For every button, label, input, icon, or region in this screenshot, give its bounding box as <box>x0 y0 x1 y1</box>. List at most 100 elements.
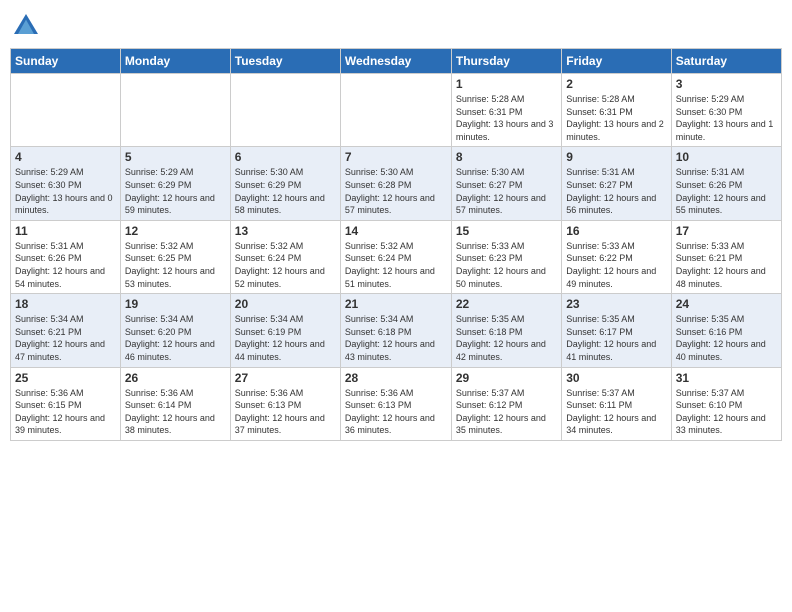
calendar-cell: 4 Sunrise: 5:29 AM Sunset: 6:30 PM Daylig… <box>11 147 121 220</box>
calendar-table: SundayMondayTuesdayWednesdayThursdayFrid… <box>10 48 782 441</box>
weekday-header: Friday <box>562 49 671 74</box>
day-info: Sunrise: 5:37 AM Sunset: 6:12 PM Dayligh… <box>456 387 557 437</box>
calendar-cell: 15 Sunrise: 5:33 AM Sunset: 6:23 PM Dayli… <box>451 220 561 293</box>
calendar-cell: 17Sunrise: 5:33 AM Sunset: 6:21 PM Dayli… <box>671 220 781 293</box>
day-number: 25 <box>15 371 116 385</box>
weekday-header: Wednesday <box>340 49 451 74</box>
day-info: Sunrise: 5:33 AM Sunset: 6:22 PM Dayligh… <box>566 240 666 290</box>
calendar-cell: 8 Sunrise: 5:30 AM Sunset: 6:27 PM Daylig… <box>451 147 561 220</box>
day-info: Sunrise: 5:28 AM Sunset: 6:31 PM Dayligh… <box>566 93 666 143</box>
calendar-cell: 23 Sunrise: 5:35 AM Sunset: 6:17 PM Dayli… <box>562 294 671 367</box>
day-info: Sunrise: 5:30 AM Sunset: 6:28 PM Dayligh… <box>345 166 447 216</box>
calendar-cell: 20Sunrise: 5:34 AM Sunset: 6:19 PM Dayli… <box>230 294 340 367</box>
calendar-cell: 3 Sunrise: 5:29 AM Sunset: 6:30 PM Daylig… <box>671 74 781 147</box>
calendar-week-row: 1 Sunrise: 5:28 AM Sunset: 6:31 PM Daylig… <box>11 74 782 147</box>
day-info: Sunrise: 5:32 AM Sunset: 6:25 PM Dayligh… <box>125 240 226 290</box>
calendar-cell <box>340 74 451 147</box>
calendar-cell: 27 Sunrise: 5:36 AM Sunset: 6:13 PM Dayli… <box>230 367 340 440</box>
day-info: Sunrise: 5:29 AM Sunset: 6:30 PM Dayligh… <box>15 166 116 216</box>
day-info: Sunrise: 5:29 AM Sunset: 6:29 PM Dayligh… <box>125 166 226 216</box>
day-info: Sunrise: 5:37 AM Sunset: 6:10 PM Dayligh… <box>676 387 777 437</box>
day-info: Sunrise: 5:33 AM Sunset: 6:23 PM Dayligh… <box>456 240 557 290</box>
calendar-cell: 7Sunrise: 5:30 AM Sunset: 6:28 PM Daylig… <box>340 147 451 220</box>
day-number: 9 <box>566 150 666 164</box>
day-number: 22 <box>456 297 557 311</box>
day-info: Sunrise: 5:36 AM Sunset: 6:13 PM Dayligh… <box>235 387 336 437</box>
day-info: Sunrise: 5:30 AM Sunset: 6:29 PM Dayligh… <box>235 166 336 216</box>
day-number: 27 <box>235 371 336 385</box>
page-header <box>10 10 782 42</box>
day-info: Sunrise: 5:34 AM Sunset: 6:21 PM Dayligh… <box>15 313 116 363</box>
day-number: 30 <box>566 371 666 385</box>
calendar-cell: 31 Sunrise: 5:37 AM Sunset: 6:10 PM Dayli… <box>671 367 781 440</box>
day-number: 28 <box>345 371 447 385</box>
calendar-cell: 9Sunrise: 5:31 AM Sunset: 6:27 PM Daylig… <box>562 147 671 220</box>
calendar-cell: 26 Sunrise: 5:36 AM Sunset: 6:14 PM Dayli… <box>120 367 230 440</box>
calendar-week-row: 18 Sunrise: 5:34 AM Sunset: 6:21 PM Dayli… <box>11 294 782 367</box>
calendar-cell: 10 Sunrise: 5:31 AM Sunset: 6:26 PM Dayli… <box>671 147 781 220</box>
calendar-week-row: 11 Sunrise: 5:31 AM Sunset: 6:26 PM Dayli… <box>11 220 782 293</box>
day-number: 5 <box>125 150 226 164</box>
calendar-cell: 21 Sunrise: 5:34 AM Sunset: 6:18 PM Dayli… <box>340 294 451 367</box>
day-info: Sunrise: 5:36 AM Sunset: 6:14 PM Dayligh… <box>125 387 226 437</box>
day-number: 11 <box>15 224 116 238</box>
logo-icon <box>10 10 42 42</box>
day-number: 14 <box>345 224 447 238</box>
calendar-cell: 19 Sunrise: 5:34 AM Sunset: 6:20 PM Dayli… <box>120 294 230 367</box>
day-number: 8 <box>456 150 557 164</box>
day-number: 19 <box>125 297 226 311</box>
day-number: 26 <box>125 371 226 385</box>
calendar-cell: 28Sunrise: 5:36 AM Sunset: 6:13 PM Dayli… <box>340 367 451 440</box>
weekday-header: Saturday <box>671 49 781 74</box>
day-info: Sunrise: 5:34 AM Sunset: 6:19 PM Dayligh… <box>235 313 336 363</box>
weekday-header: Sunday <box>11 49 121 74</box>
day-info: Sunrise: 5:35 AM Sunset: 6:17 PM Dayligh… <box>566 313 666 363</box>
calendar-cell <box>120 74 230 147</box>
day-number: 1 <box>456 77 557 91</box>
day-info: Sunrise: 5:34 AM Sunset: 6:18 PM Dayligh… <box>345 313 447 363</box>
calendar-cell: 14 Sunrise: 5:32 AM Sunset: 6:24 PM Dayli… <box>340 220 451 293</box>
calendar-cell: 16 Sunrise: 5:33 AM Sunset: 6:22 PM Dayli… <box>562 220 671 293</box>
calendar-week-row: 4 Sunrise: 5:29 AM Sunset: 6:30 PM Daylig… <box>11 147 782 220</box>
day-number: 4 <box>15 150 116 164</box>
day-info: Sunrise: 5:28 AM Sunset: 6:31 PM Dayligh… <box>456 93 557 143</box>
day-info: Sunrise: 5:30 AM Sunset: 6:27 PM Dayligh… <box>456 166 557 216</box>
day-number: 15 <box>456 224 557 238</box>
calendar-cell: 6 Sunrise: 5:30 AM Sunset: 6:29 PM Daylig… <box>230 147 340 220</box>
day-info: Sunrise: 5:36 AM Sunset: 6:15 PM Dayligh… <box>15 387 116 437</box>
day-number: 24 <box>676 297 777 311</box>
logo <box>10 10 46 42</box>
day-info: Sunrise: 5:34 AM Sunset: 6:20 PM Dayligh… <box>125 313 226 363</box>
calendar-cell: 25 Sunrise: 5:36 AM Sunset: 6:15 PM Dayli… <box>11 367 121 440</box>
weekday-header: Tuesday <box>230 49 340 74</box>
day-number: 18 <box>15 297 116 311</box>
calendar-cell: 1 Sunrise: 5:28 AM Sunset: 6:31 PM Daylig… <box>451 74 561 147</box>
calendar-cell: 18 Sunrise: 5:34 AM Sunset: 6:21 PM Dayli… <box>11 294 121 367</box>
weekday-header: Thursday <box>451 49 561 74</box>
calendar-cell: 12 Sunrise: 5:32 AM Sunset: 6:25 PM Dayli… <box>120 220 230 293</box>
day-info: Sunrise: 5:31 AM Sunset: 6:26 PM Dayligh… <box>676 166 777 216</box>
day-info: Sunrise: 5:32 AM Sunset: 6:24 PM Dayligh… <box>345 240 447 290</box>
calendar-cell: 5 Sunrise: 5:29 AM Sunset: 6:29 PM Daylig… <box>120 147 230 220</box>
day-number: 31 <box>676 371 777 385</box>
day-info: Sunrise: 5:31 AM Sunset: 6:26 PM Dayligh… <box>15 240 116 290</box>
calendar-cell: 30Sunrise: 5:37 AM Sunset: 6:11 PM Dayli… <box>562 367 671 440</box>
day-number: 29 <box>456 371 557 385</box>
day-number: 16 <box>566 224 666 238</box>
weekday-header: Monday <box>120 49 230 74</box>
calendar-cell: 13Sunrise: 5:32 AM Sunset: 6:24 PM Dayli… <box>230 220 340 293</box>
day-number: 12 <box>125 224 226 238</box>
day-number: 21 <box>345 297 447 311</box>
day-info: Sunrise: 5:35 AM Sunset: 6:18 PM Dayligh… <box>456 313 557 363</box>
calendar-week-row: 25 Sunrise: 5:36 AM Sunset: 6:15 PM Dayli… <box>11 367 782 440</box>
calendar-cell: 24Sunrise: 5:35 AM Sunset: 6:16 PM Dayli… <box>671 294 781 367</box>
calendar-cell: 11 Sunrise: 5:31 AM Sunset: 6:26 PM Dayli… <box>11 220 121 293</box>
day-number: 3 <box>676 77 777 91</box>
day-number: 6 <box>235 150 336 164</box>
day-number: 10 <box>676 150 777 164</box>
calendar-cell: 2 Sunrise: 5:28 AM Sunset: 6:31 PM Daylig… <box>562 74 671 147</box>
day-number: 23 <box>566 297 666 311</box>
calendar-cell: 29 Sunrise: 5:37 AM Sunset: 6:12 PM Dayli… <box>451 367 561 440</box>
day-info: Sunrise: 5:29 AM Sunset: 6:30 PM Dayligh… <box>676 93 777 143</box>
day-number: 2 <box>566 77 666 91</box>
